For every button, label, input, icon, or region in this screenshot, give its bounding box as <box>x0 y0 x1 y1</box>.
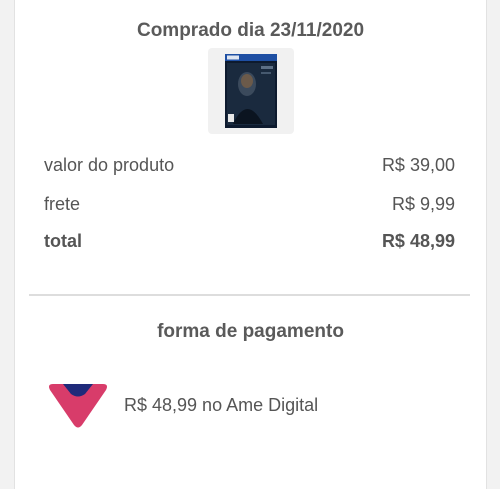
product-value-label: valor do produto <box>44 155 175 175</box>
shipping-amount: R$ 9,99 <box>391 194 455 214</box>
game-cover-icon <box>225 54 277 128</box>
product-value-amount: R$ 39,00 <box>381 155 455 175</box>
shipping-row: frete R$ 9,99 <box>44 194 455 215</box>
payment-method-heading: forma de pagamento <box>157 321 344 342</box>
product-thumbnail[interactable] <box>208 48 294 134</box>
product-value-row: valor do produto R$ 39,00 <box>44 155 455 176</box>
section-divider <box>29 294 470 296</box>
order-details-card: Comprado dia 23/11/2020 valor do produto… <box>14 0 487 489</box>
total-label: total <box>44 231 82 251</box>
shipping-label: frete <box>44 194 81 214</box>
payment-method-row: R$ 48,99 no Ame Digital <box>45 380 318 430</box>
payment-description: R$ 48,99 no Ame Digital <box>124 394 319 415</box>
total-row: total R$ 48,99 <box>44 231 455 252</box>
ame-digital-logo-icon <box>49 384 107 428</box>
total-amount: R$ 48,99 <box>381 231 455 251</box>
purchase-date-title: Comprado dia 23/11/2020 <box>136 20 365 41</box>
